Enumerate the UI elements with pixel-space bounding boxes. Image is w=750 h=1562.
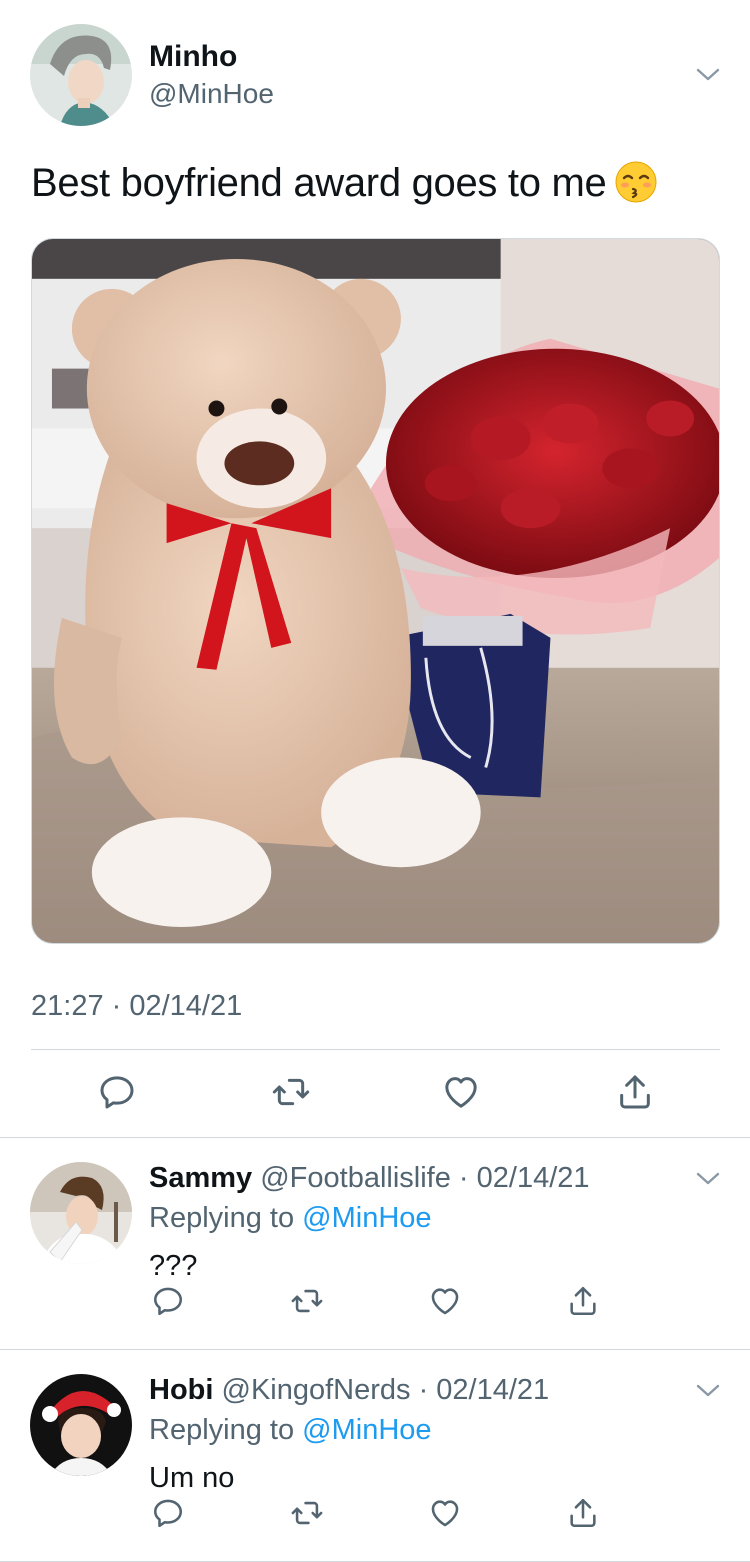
retweet-icon[interactable] [290, 1496, 324, 1530]
tweet-text: Best boyfriend award goes to me [31, 160, 658, 206]
mention-link[interactable]: @MinHoe [302, 1414, 431, 1446]
reply-meta[interactable]: @Footballislife · 02/14/21 [260, 1162, 589, 1194]
reply-icon[interactable] [151, 1284, 185, 1318]
reply-text: ??? [149, 1250, 198, 1282]
replying-to: Replying to @MinHoe [149, 1414, 432, 1447]
reply-actions [0, 1496, 750, 1532]
chevron-down-icon[interactable] [695, 1170, 721, 1188]
chevron-down-icon[interactable] [695, 1382, 721, 1400]
reply-tweet: Hobi @KingofNerds · 02/14/21 Replying to… [0, 1350, 750, 1562]
main-tweet: Minho @MinHoe Best boyfriend award goes … [0, 0, 750, 1138]
like-icon[interactable] [428, 1496, 462, 1530]
display-name[interactable]: Minho [149, 40, 237, 74]
tweet-actions [0, 1072, 750, 1116]
reply-icon[interactable] [97, 1072, 137, 1112]
chevron-down-icon[interactable] [695, 66, 721, 84]
avatar-image [30, 24, 132, 126]
mention-link[interactable]: @MinHoe [302, 1202, 431, 1234]
replying-prefix: Replying to [149, 1202, 295, 1234]
reply-icon[interactable] [151, 1496, 185, 1530]
tweet-body: Best boyfriend award goes to me [31, 161, 607, 205]
reply-meta[interactable]: @KingofNerds · 02/14/21 [222, 1374, 550, 1406]
share-icon[interactable] [615, 1072, 655, 1112]
like-icon[interactable] [428, 1284, 462, 1318]
reply-header: Hobi @KingofNerds · 02/14/21 [149, 1374, 549, 1407]
reply-tweet: Sammy @Footballislife · 02/14/21 Replyin… [0, 1138, 750, 1350]
kissing-face-icon [614, 160, 658, 204]
replying-to: Replying to @MinHoe [149, 1202, 432, 1235]
divider [31, 1049, 720, 1050]
avatar-image [30, 1374, 132, 1476]
avatar[interactable] [30, 1374, 132, 1476]
reply-actions [0, 1284, 750, 1320]
avatar-image [30, 1162, 132, 1264]
retweet-icon[interactable] [290, 1284, 324, 1318]
display-name[interactable]: Hobi [149, 1374, 213, 1406]
retweet-icon[interactable] [271, 1072, 311, 1112]
like-icon[interactable] [441, 1072, 481, 1112]
reply-header: Sammy @Footballislife · 02/14/21 [149, 1162, 590, 1195]
avatar[interactable] [30, 24, 132, 126]
replying-prefix: Replying to [149, 1414, 295, 1446]
tweet-photo[interactable] [31, 238, 720, 944]
avatar[interactable] [30, 1162, 132, 1264]
share-icon[interactable] [566, 1284, 600, 1318]
display-name[interactable]: Sammy [149, 1162, 252, 1194]
reply-text: Um no [149, 1462, 235, 1494]
teddy-bear-roses-photo [32, 239, 719, 943]
tweet-timestamp[interactable]: 21:27 · 02/14/21 [31, 990, 242, 1023]
share-icon[interactable] [566, 1496, 600, 1530]
user-handle[interactable]: @MinHoe [149, 78, 274, 110]
